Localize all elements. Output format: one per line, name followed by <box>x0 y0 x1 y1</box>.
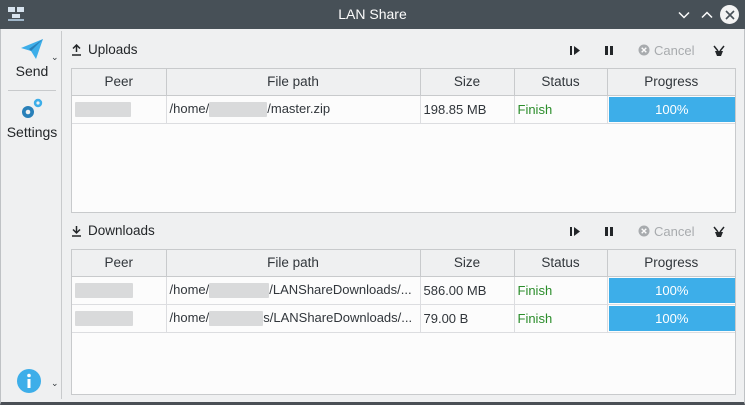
info-icon[interactable] <box>16 368 42 394</box>
cancel-icon <box>638 44 650 56</box>
redacted-peer <box>75 102 131 118</box>
downloads-header-row: Peer File path Size Status Progress <box>72 250 735 277</box>
status-cell: Finish <box>514 276 608 305</box>
column-header-peer[interactable]: Peer <box>72 69 167 96</box>
downloads-table: Peer File path Size Status Progress /hom… <box>71 249 736 395</box>
send-dropdown-arrow[interactable]: ⌄ <box>51 52 59 63</box>
upload-icon <box>72 43 81 56</box>
download-icon <box>72 225 81 237</box>
uploads-clear-button[interactable] <box>712 41 726 59</box>
table-row[interactable]: /home/ /LANShareDownloads/... 586.00 MB F… <box>72 276 735 305</box>
file-path-prefix: /home/ <box>169 100 210 116</box>
table-row[interactable]: /home/ /master.zip 198.85 MB Finish 100% <box>72 95 735 124</box>
minimize-icon <box>677 11 690 19</box>
progress-bar: 100% <box>608 305 735 331</box>
status-cell: Finish <box>514 304 608 333</box>
settings-button[interactable]: Settings <box>2 95 62 150</box>
redacted-peer <box>75 311 133 327</box>
file-path-suffix: /master.zip <box>267 100 331 116</box>
file-path-cell: /home/s/LANShareDownloads/... <box>166 304 421 333</box>
downloads-cancel-button[interactable]: Cancel <box>638 222 694 240</box>
maximize-button[interactable] <box>697 5 716 24</box>
table-row[interactable]: /home/s/LANShareDownloads/... 79.00 B Fi… <box>72 304 735 333</box>
redacted-username <box>209 283 270 299</box>
peer-cell <box>72 304 167 333</box>
redacted-peer <box>75 283 133 299</box>
send-paper-plane-icon <box>21 39 43 59</box>
cancel-icon <box>638 225 650 237</box>
size-cell: 198.85 MB <box>420 95 515 124</box>
peer-cell <box>72 95 167 124</box>
peer-cell <box>72 276 167 305</box>
sidebar: Send ⌄ Settings ⌄ <box>2 31 62 399</box>
column-header-file-path[interactable]: File path <box>166 250 421 277</box>
window-title: LAN Share <box>338 6 407 22</box>
sidebar-separator <box>8 90 56 91</box>
downloads-cancel-label: Cancel <box>654 223 695 239</box>
uploads-resume-button[interactable] <box>569 41 581 59</box>
pause-icon <box>605 226 613 236</box>
send-label: Send <box>15 63 49 79</box>
downloads-resume-button[interactable] <box>569 222 581 240</box>
column-header-size[interactable]: Size <box>420 69 515 96</box>
file-path-cell: /home/ /master.zip <box>166 95 421 124</box>
column-header-progress[interactable]: Progress <box>607 250 735 277</box>
file-path-suffix: /LANShareDownloads/... <box>269 281 412 297</box>
info-dropdown-arrow[interactable]: ⌄ <box>51 378 59 389</box>
downloads-clear-button[interactable] <box>712 222 726 240</box>
file-path-prefix: /home/ <box>169 281 210 297</box>
redacted-username <box>209 102 268 118</box>
settings-gears-icon <box>22 98 43 118</box>
uploads-pause-button[interactable] <box>604 41 614 59</box>
maximize-icon <box>700 10 713 18</box>
uploads-title: Uploads <box>71 42 138 57</box>
progress-bar: 100% <box>608 277 735 303</box>
redacted-username <box>209 311 264 327</box>
uploads-header-row: Peer File path Size Status Progress <box>72 69 735 96</box>
uploads-cancel-label: Cancel <box>654 42 695 58</box>
clear-broom-icon <box>713 45 725 56</box>
size-cell: 79.00 B <box>420 304 515 333</box>
file-path-suffix: s/LANShareDownloads/... <box>263 309 413 325</box>
progress-bar: 100% <box>608 96 735 122</box>
progress-cell: 100% <box>607 304 735 333</box>
close-icon <box>724 9 735 20</box>
downloads-title-text: Downloads <box>88 223 155 238</box>
uploads-cancel-button[interactable]: Cancel <box>638 41 694 59</box>
column-header-progress[interactable]: Progress <box>607 69 735 96</box>
downloads-header: Downloads Cancel <box>71 218 736 244</box>
resume-icon <box>570 45 580 55</box>
column-header-file-path[interactable]: File path <box>166 69 421 96</box>
progress-cell: 100% <box>607 95 735 124</box>
downloads-pause-button[interactable] <box>604 222 614 240</box>
minimize-button[interactable] <box>674 5 693 24</box>
column-header-peer[interactable]: Peer <box>72 250 167 277</box>
downloads-title: Downloads <box>71 223 155 238</box>
uploads-header: Uploads Cancel <box>71 37 736 63</box>
settings-label: Settings <box>6 124 58 140</box>
column-header-size[interactable]: Size <box>420 250 515 277</box>
uploads-table: Peer File path Size Status Progress /hom… <box>71 68 736 213</box>
uploads-title-text: Uploads <box>88 42 138 57</box>
clear-broom-icon <box>713 226 725 237</box>
progress-cell: 100% <box>607 276 735 305</box>
file-path-prefix: /home/ <box>169 309 210 325</box>
size-cell: 586.00 MB <box>420 276 515 305</box>
file-path-cell: /home/ /LANShareDownloads/... <box>166 276 421 305</box>
column-header-status[interactable]: Status <box>514 69 608 96</box>
resume-icon <box>570 226 580 236</box>
status-cell: Finish <box>514 95 608 124</box>
pause-icon <box>605 45 613 55</box>
column-header-status[interactable]: Status <box>514 250 608 277</box>
close-button[interactable] <box>720 5 739 24</box>
title-bar: LAN Share <box>0 0 745 29</box>
